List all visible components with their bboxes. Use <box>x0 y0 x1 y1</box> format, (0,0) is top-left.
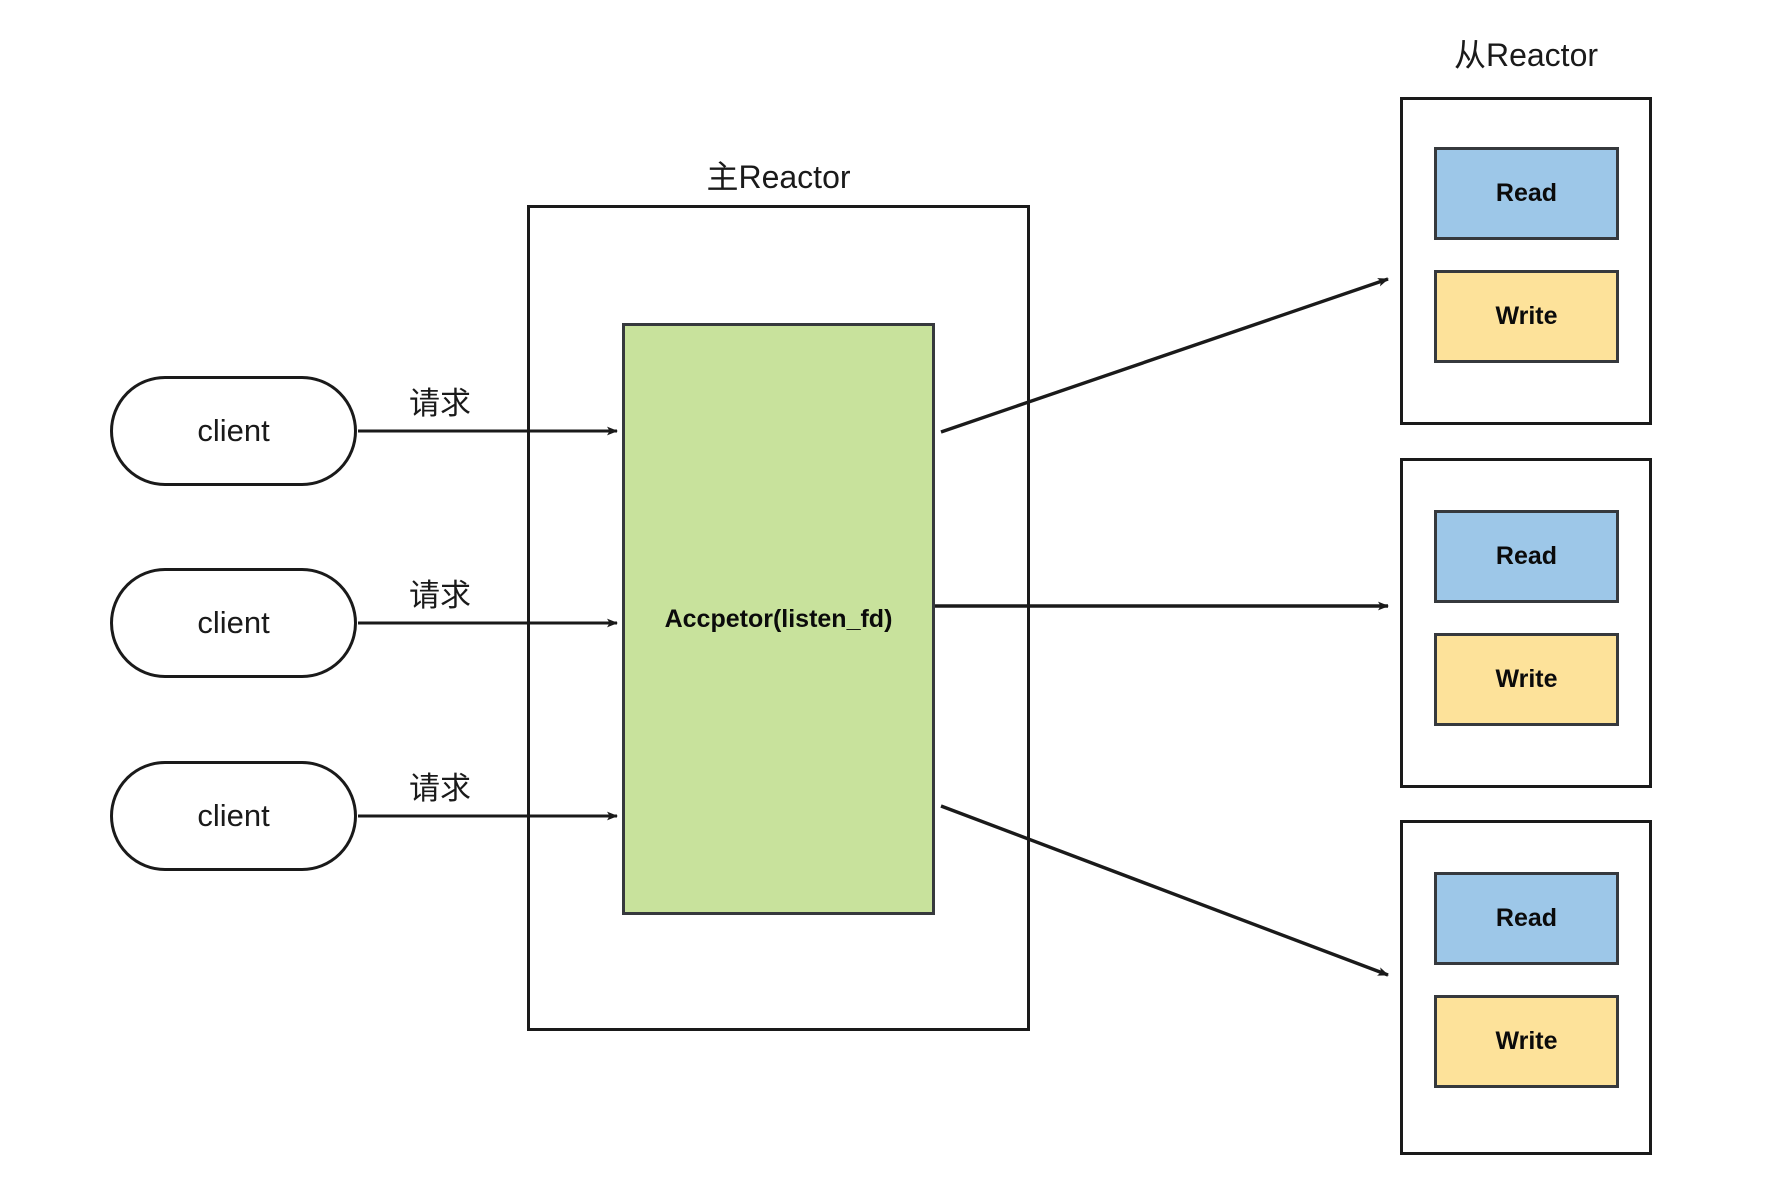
edge-label-request-1: 请求 <box>409 386 471 421</box>
client-node-label: client <box>197 605 270 640</box>
acceptor-label: Accpetor(listen_fd) <box>664 604 893 633</box>
sub-reactor-2-write-box[interactable]: Write <box>1434 633 1619 726</box>
read-label: Read <box>1495 179 1558 207</box>
sub-reactor-3-read-box[interactable]: Read <box>1434 872 1619 965</box>
main-reactor-title: 主Reactor <box>706 159 851 195</box>
client-node-3[interactable]: client <box>110 761 357 871</box>
sub-reactor-3-write-box[interactable]: Write <box>1434 995 1619 1088</box>
write-label: Write <box>1495 665 1558 693</box>
diagram-canvas: client client client 请求 请求 请求 主Reactor A… <box>0 0 1769 1198</box>
client-node-2[interactable]: client <box>110 568 357 678</box>
sub-reactor-1-write-box[interactable]: Write <box>1434 270 1619 363</box>
client-node-label: client <box>197 413 270 448</box>
client-node-1[interactable]: client <box>110 376 357 486</box>
sub-reactor-container-2 <box>1400 458 1652 788</box>
edge-label-request-2: 请求 <box>409 578 471 613</box>
client-node-label: client <box>197 798 270 833</box>
edge-label-request-3: 请求 <box>409 771 471 806</box>
sub-reactor-2-read-box[interactable]: Read <box>1434 510 1619 603</box>
sub-reactor-1-read-box[interactable]: Read <box>1434 147 1619 240</box>
acceptor-box[interactable]: Accpetor(listen_fd) <box>622 323 935 915</box>
read-label: Read <box>1495 542 1558 570</box>
read-label: Read <box>1495 904 1558 932</box>
write-label: Write <box>1495 1027 1558 1055</box>
write-label: Write <box>1495 302 1558 330</box>
sub-reactor-container-3 <box>1400 820 1652 1155</box>
sub-reactor-title: 从Reactor <box>1453 37 1599 73</box>
